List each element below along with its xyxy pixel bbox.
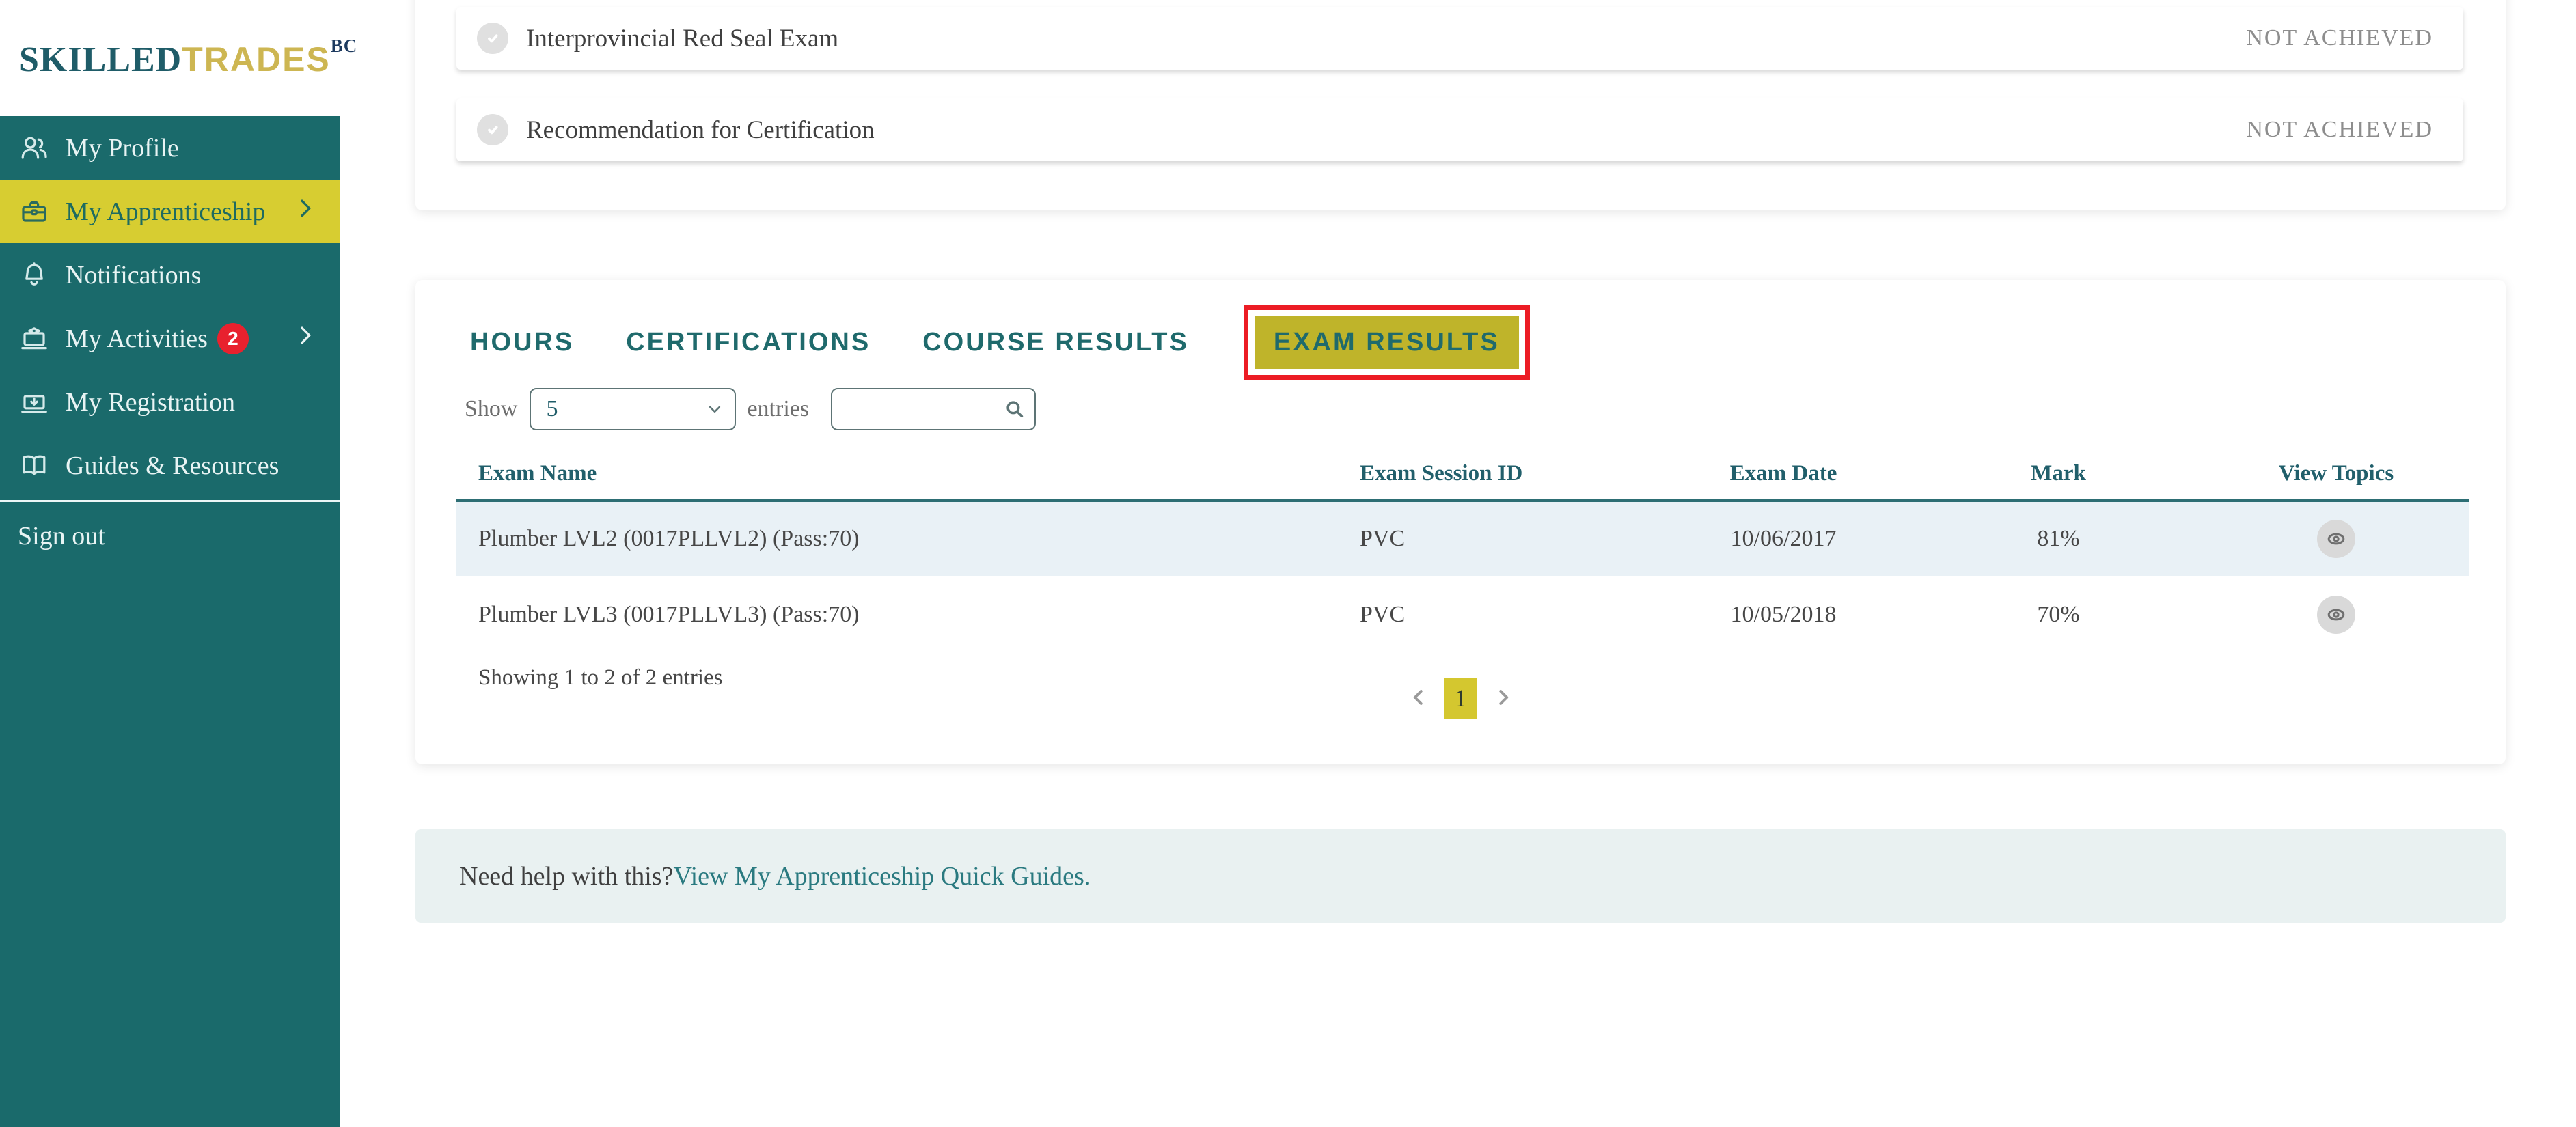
search-box: [831, 388, 1037, 430]
sidebar-item-notifications[interactable]: Notifications: [0, 243, 340, 307]
results-card: HOURS CERTIFICATIONS COURSE RESULTS EXAM…: [415, 280, 2506, 764]
page-size-select[interactable]: 5: [530, 388, 737, 430]
tab-exam-results[interactable]: EXAM RESULTS: [1254, 316, 1519, 369]
exam-results-table: Exam Name Exam Session ID Exam Date Mark…: [456, 449, 2469, 653]
brand-skilled: SKILLED: [19, 40, 182, 79]
cell-exam-name: Plumber LVL2 (0017PLLVL2) (Pass:70): [478, 526, 860, 552]
table-controls: Show 5 entries: [465, 388, 2506, 430]
column-header-view-topics: View Topics: [2204, 449, 2469, 502]
sidebar-nav: My Profile My Apprenticeship Notificatio…: [0, 116, 340, 1127]
column-header-mark: Mark: [1913, 449, 2204, 502]
view-topics-button[interactable]: [2317, 596, 2355, 634]
cell-view-topics: [2204, 500, 2469, 576]
chevron-down-icon: [709, 406, 721, 413]
cell-session-id: PVC: [1360, 602, 1406, 627]
tab-bar: HOURS CERTIFICATIONS COURSE RESULTS EXAM…: [415, 280, 2506, 381]
bell-icon: [18, 259, 51, 292]
sidebar-item-label: My Apprenticeship: [66, 197, 266, 226]
sidebar-item-label: Notifications: [66, 260, 202, 290]
table-row: Plumber LVL3 (0017PLLVL3) (Pass:70) PVC …: [456, 576, 2469, 653]
sign-out-button[interactable]: Sign out: [0, 502, 340, 570]
brand-bc: BC: [330, 36, 358, 56]
tab-certifications[interactable]: CERTIFICATIONS: [626, 328, 871, 357]
tab-hours[interactable]: HOURS: [470, 328, 574, 357]
briefcase-icon: [18, 195, 51, 228]
sign-out-label: Sign out: [18, 522, 105, 551]
sidebar-item-label: Guides & Resources: [66, 451, 279, 480]
brand-trades: TRADES: [182, 40, 331, 79]
cell-mark: 70%: [2037, 602, 2080, 627]
previous-page-button[interactable]: [1397, 685, 1440, 712]
sidebar-item-my-profile[interactable]: My Profile: [0, 116, 340, 180]
sidebar-item-my-activities[interactable]: My Activities 2: [0, 307, 340, 370]
sidebar-item-my-registration[interactable]: My Registration: [0, 370, 340, 434]
chevron-right-icon: [292, 322, 319, 356]
help-bar: Need help with this? View My Apprentices…: [415, 829, 2506, 923]
sidebar-item-label: My Registration: [66, 387, 236, 417]
check-circle-icon: [477, 114, 508, 145]
sidebar-item-label: My Profile: [66, 133, 179, 163]
registration-icon: [18, 386, 51, 419]
check-circle-icon: [477, 23, 508, 54]
achievement-status: NOT ACHIEVED: [2246, 117, 2433, 142]
brand-logo[interactable]: SKILLEDTRADESBC: [19, 36, 357, 80]
achievement-label: Interprovincial Red Seal Exam: [526, 24, 839, 53]
page-size-value: 5: [546, 396, 558, 421]
cell-mark: 81%: [2037, 526, 2080, 552]
cell-exam-date: 10/05/2018: [1730, 602, 1837, 627]
sidebar: SKILLEDTRADESBC My Profile My Apprentice…: [0, 0, 357, 1127]
show-label: Show: [465, 396, 518, 421]
achievement-status: NOT ACHIEVED: [2246, 25, 2433, 51]
column-header-exam-name: Exam Name: [456, 449, 1360, 502]
chevron-right-icon: [1498, 689, 1508, 705]
table-header-row: Exam Name Exam Session ID Exam Date Mark…: [456, 449, 2469, 502]
cell-exam-name: Plumber LVL3 (0017PLLVL3) (Pass:70): [478, 602, 860, 627]
sidebar-item-label: My Activities: [66, 324, 208, 353]
eye-icon: [2327, 533, 2345, 545]
achievement-label: Recommendation for Certification: [526, 115, 875, 144]
sidebar-item-guides-resources[interactable]: Guides & Resources: [0, 434, 340, 497]
quick-guides-link[interactable]: View My Apprenticeship Quick Guides.: [673, 861, 1091, 891]
column-header-exam-session-id: Exam Session ID: [1360, 449, 1654, 502]
cell-session-id: PVC: [1360, 526, 1406, 552]
pagination: 1: [1397, 678, 1525, 719]
page-number-1[interactable]: 1: [1444, 678, 1477, 719]
achievement-row-recommendation: Recommendation for Certification NOT ACH…: [456, 98, 2463, 161]
chevron-left-icon: [1413, 689, 1423, 705]
book-icon: [18, 449, 51, 482]
column-header-exam-date: Exam Date: [1654, 449, 1913, 502]
tab-course-results[interactable]: COURSE RESULTS: [922, 328, 1189, 357]
next-page-button[interactable]: [1481, 685, 1525, 712]
search-icon: [1006, 401, 1024, 418]
cell-view-topics: [2204, 576, 2469, 653]
activities-count-badge: 2: [217, 322, 249, 354]
profile-icon: [18, 132, 51, 165]
eye-icon: [2327, 609, 2345, 621]
cell-exam-date: 10/06/2017: [1730, 526, 1837, 552]
chevron-right-icon: [292, 195, 319, 229]
sidebar-item-my-apprenticeship[interactable]: My Apprenticeship: [0, 180, 340, 243]
help-text: Need help with this?: [459, 861, 674, 891]
table-row: Plumber LVL2 (0017PLLVL2) (Pass:70) PVC …: [456, 500, 2469, 576]
activities-icon: [18, 322, 51, 355]
achievements-card: Interprovincial Red Seal Exam NOT ACHIEV…: [415, 0, 2506, 210]
achievement-row-red-seal-exam: Interprovincial Red Seal Exam NOT ACHIEV…: [456, 7, 2463, 70]
view-topics-button[interactable]: [2317, 520, 2355, 559]
entries-label: entries: [747, 396, 810, 421]
annotation-highlight-box: EXAM RESULTS: [1243, 305, 1530, 380]
entries-summary: Showing 1 to 2 of 2 entries: [478, 665, 723, 690]
page: SKILLEDTRADESBC My Profile My Apprentice…: [0, 0, 2576, 1127]
